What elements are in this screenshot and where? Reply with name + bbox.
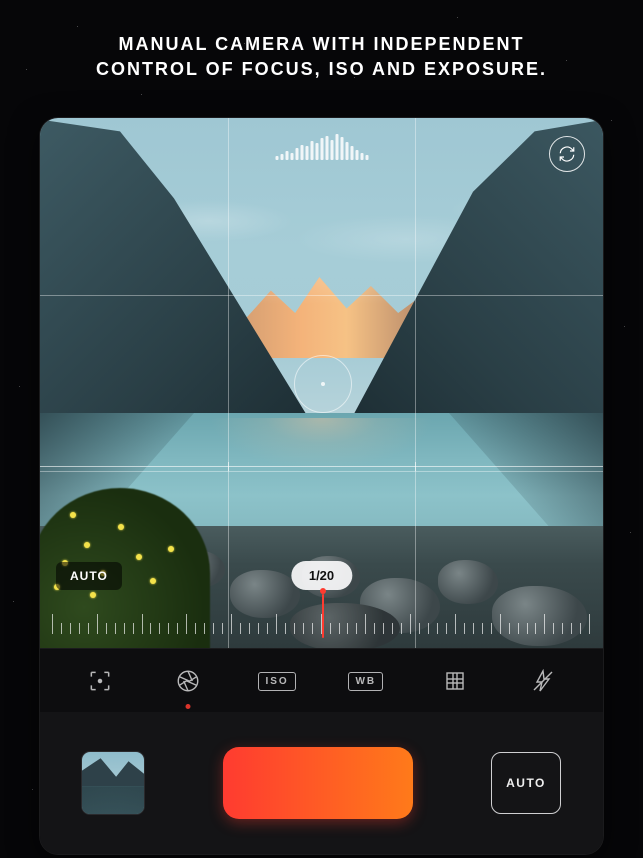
auto-mode-button[interactable]: AUTO [491, 752, 561, 814]
switch-camera-button[interactable] [549, 136, 585, 172]
gallery-thumbnail[interactable] [82, 752, 144, 814]
mode-shutter-button[interactable] [159, 661, 217, 701]
histogram [275, 132, 368, 160]
mode-bar: ISO WB [40, 648, 603, 714]
shutter-button[interactable] [223, 747, 413, 819]
bottom-bar: AUTO [40, 712, 603, 854]
shutter-value-badge[interactable]: 1/20 [291, 561, 352, 590]
dial-needle [322, 594, 324, 638]
mode-focus-button[interactable] [71, 661, 129, 701]
headline-line2: CONTROL OF FOCUS, ISO AND EXPOSURE. [30, 57, 613, 82]
headline-line1: MANUAL CAMERA WITH INDEPENDENT [30, 32, 613, 57]
marketing-headline: MANUAL CAMERA WITH INDEPENDENT CONTROL O… [0, 0, 643, 82]
value-dial[interactable] [52, 598, 591, 634]
focus-auto-badge[interactable]: AUTO [56, 562, 122, 590]
mode-iso-button[interactable]: ISO [248, 661, 306, 701]
mode-grid-button[interactable] [426, 661, 484, 701]
active-mode-indicator [186, 704, 191, 709]
mode-flash-button[interactable] [514, 661, 572, 701]
device-frame: AUTO 1/20 ISO WB [40, 118, 603, 854]
mode-wb-button[interactable]: WB [337, 661, 395, 701]
wb-label: WB [348, 672, 383, 691]
horizon-level [40, 466, 603, 467]
camera-viewfinder[interactable]: AUTO 1/20 [40, 118, 603, 648]
iso-label: ISO [258, 672, 295, 691]
focus-reticle[interactable] [294, 355, 352, 413]
